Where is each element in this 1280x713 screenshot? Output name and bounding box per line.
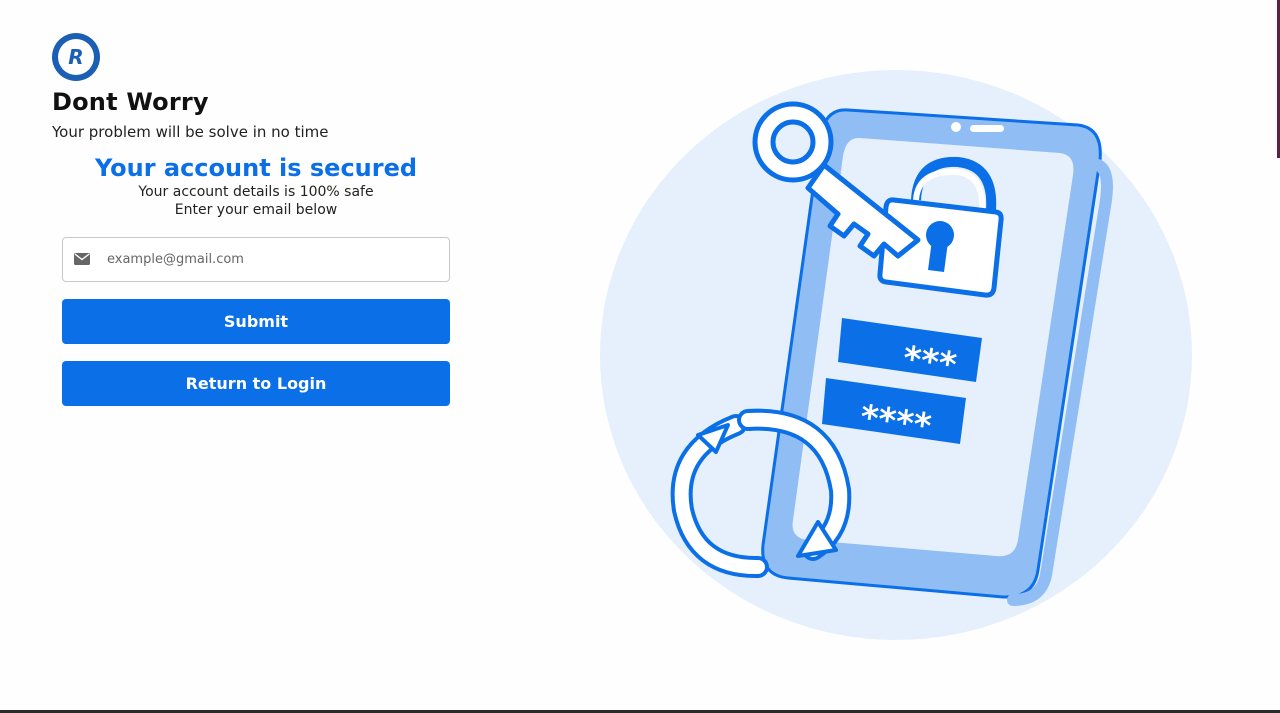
brand-logo-icon: R: [52, 33, 100, 81]
password-mask-1: ***: [901, 338, 960, 385]
page-title: Dont Worry: [52, 88, 209, 116]
security-illustration: *** ****: [600, 70, 1192, 640]
envelope-icon: [74, 253, 90, 265]
page-subtitle: Your problem will be solve in no time: [52, 123, 329, 141]
logo-letter: R: [68, 45, 83, 69]
return-to-login-button[interactable]: Return to Login: [62, 361, 450, 406]
secured-description: Your account details is 100% safe: [138, 184, 374, 200]
email-field[interactable]: [62, 237, 450, 282]
submit-button[interactable]: Submit: [62, 299, 450, 344]
email-instruction: Enter your email below: [174, 202, 338, 218]
forgot-password-page: R Dont Worry Your problem will be solve …: [0, 0, 1280, 713]
email-input[interactable]: [107, 238, 437, 281]
secured-title: Your account is secured: [94, 154, 418, 182]
